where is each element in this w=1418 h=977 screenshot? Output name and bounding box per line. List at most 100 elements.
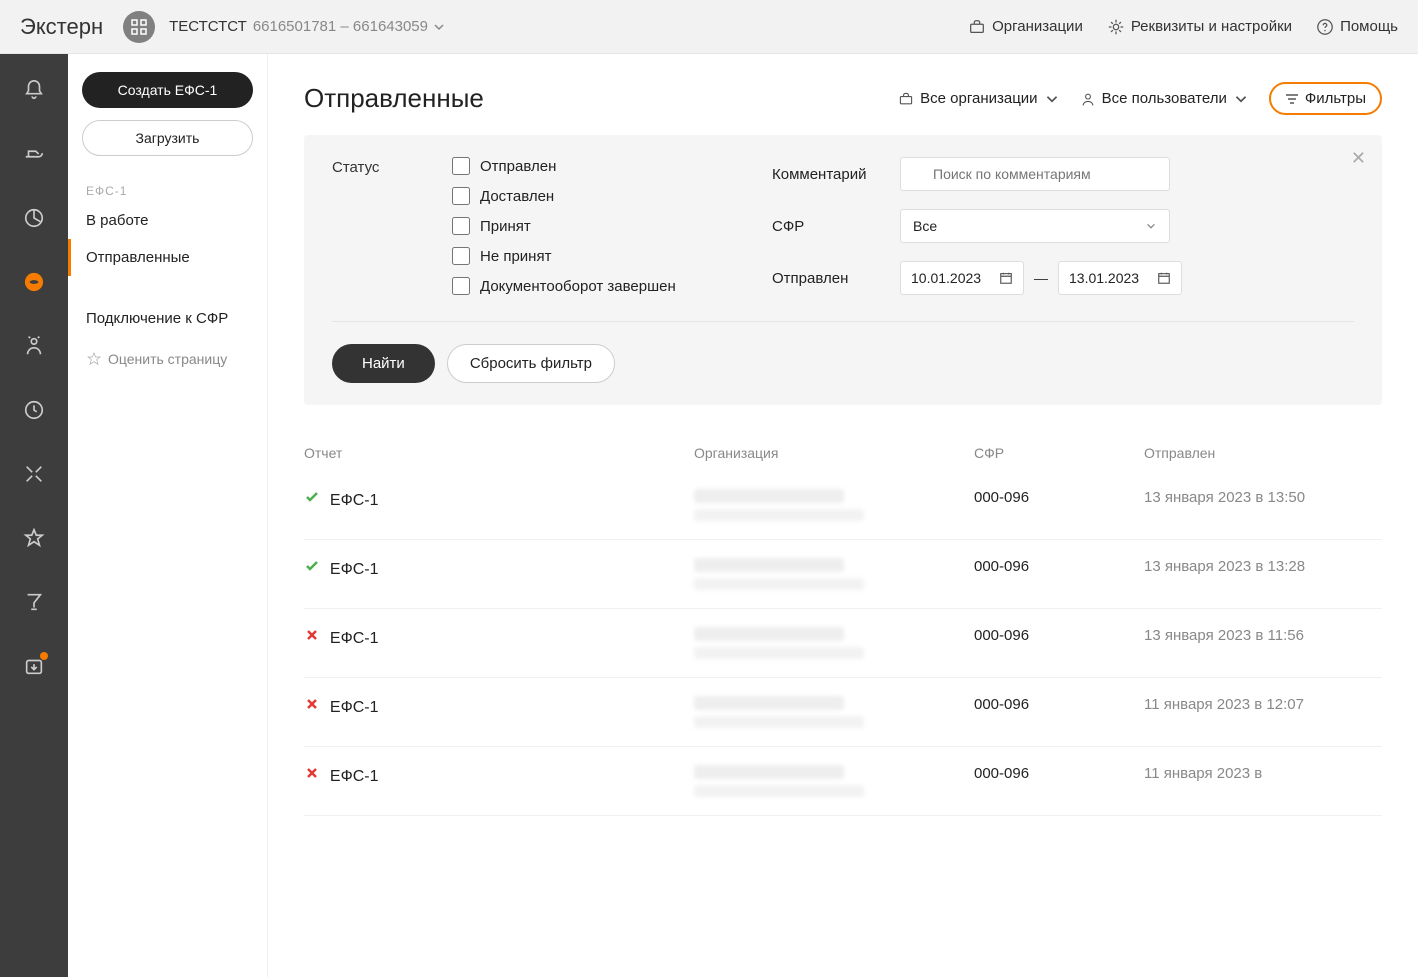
create-efs-button[interactable]: Создать ЕФС-1	[82, 72, 253, 108]
settings-link[interactable]: Реквизиты и настройки	[1107, 18, 1292, 36]
organizations-label: Организации	[992, 18, 1083, 35]
chevron-down-icon	[1145, 220, 1157, 232]
iconbar-clock[interactable]	[16, 392, 52, 428]
table-row[interactable]: ЕФС-1 000-096 11 января 2023 в 12:07	[304, 678, 1382, 747]
iconbar-pie[interactable]	[16, 200, 52, 236]
help-link[interactable]: Помощь	[1316, 18, 1398, 36]
status-option-accepted[interactable]: Принят	[452, 217, 676, 235]
filter-icon	[1285, 92, 1299, 106]
user-icon	[1080, 91, 1096, 107]
sfr-code: 000-096	[974, 765, 1144, 797]
comment-search-input[interactable]	[900, 157, 1170, 191]
brand-logo: Экстерн	[20, 14, 103, 40]
sidebar-group-label: ЕФС-1	[68, 176, 267, 202]
report-name: ЕФС-1	[330, 630, 379, 647]
chevron-down-icon	[1044, 91, 1060, 107]
th-sfr: СФР	[974, 445, 1144, 461]
close-filter-panel[interactable]: ✕	[1351, 149, 1366, 167]
all-orgs-dropdown[interactable]: Все организации	[898, 90, 1059, 107]
status-option-sent[interactable]: Отправлен	[452, 157, 676, 175]
chevron-down-icon	[1233, 91, 1249, 107]
comment-filter-label: Комментарий	[772, 166, 900, 183]
table-row[interactable]: ЕФС-1 000-096 13 января 2023 в 11:56	[304, 609, 1382, 678]
sfr-code: 000-096	[974, 696, 1144, 728]
grid-icon	[131, 19, 147, 35]
main-content: Отправленные Все организации Все пользов…	[268, 54, 1418, 977]
gear-icon	[1107, 18, 1125, 36]
status-checkboxes: Отправлен Доставлен Принят Не принят Док…	[452, 157, 676, 295]
iconbar-star[interactable]	[16, 520, 52, 556]
sfr-code: 000-096	[974, 558, 1144, 590]
table-row[interactable]: ЕФС-1 000-096 13 января 2023 в 13:50	[304, 471, 1382, 540]
upload-button[interactable]: Загрузить	[82, 120, 253, 156]
iconbar-sled[interactable]	[16, 136, 52, 172]
table-row[interactable]: ЕФС-1 000-096 11 января 2023 в	[304, 747, 1382, 816]
iconbar-archive[interactable]	[16, 648, 52, 684]
sent-date: 11 января 2023 в 12:07	[1144, 696, 1382, 728]
sidebar: Создать ЕФС-1 Загрузить ЕФС-1 В работе О…	[68, 54, 268, 977]
org-cell-redacted	[694, 558, 974, 590]
sent-date: 11 января 2023 в	[1144, 765, 1382, 797]
cross-icon	[304, 765, 326, 781]
filter-panel: ✕ Статус Отправлен Доставлен Принят Не п…	[304, 135, 1382, 405]
date-from-input[interactable]: 10.01.2023	[900, 261, 1024, 295]
briefcase-icon	[968, 18, 986, 36]
table-row[interactable]: ЕФС-1 000-096 13 января 2023 в 13:28	[304, 540, 1382, 609]
help-icon	[1316, 18, 1334, 36]
iconbar-glass[interactable]	[16, 584, 52, 620]
iconbar-person[interactable]	[16, 328, 52, 364]
organizations-link[interactable]: Организации	[968, 18, 1083, 36]
check-icon	[304, 489, 326, 505]
chevron-down-icon[interactable]	[432, 20, 446, 34]
sent-filter-label: Отправлен	[772, 270, 900, 287]
org-cell-redacted	[694, 696, 974, 728]
sfr-select[interactable]: Все	[900, 209, 1170, 243]
topbar: Экстерн ТЕСТСТСТ 6616501781 – 661643059 …	[0, 0, 1418, 54]
sfr-filter-label: СФР	[772, 218, 900, 235]
status-option-delivered[interactable]: Доставлен	[452, 187, 676, 205]
sidebar-connect-sfr[interactable]: Подключение к СФР	[68, 300, 267, 337]
table-header: Отчет Организация СФР Отправлен	[304, 435, 1382, 471]
calendar-icon	[1157, 271, 1171, 285]
iconbar-bell[interactable]	[16, 72, 52, 108]
sidebar-item-inwork[interactable]: В работе	[68, 202, 267, 239]
report-name: ЕФС-1	[330, 492, 379, 509]
sent-date: 13 января 2023 в 13:50	[1144, 489, 1382, 521]
filters-toggle[interactable]: Фильтры	[1269, 82, 1382, 115]
status-option-rejected[interactable]: Не принят	[452, 247, 676, 265]
th-sent: Отправлен	[1144, 445, 1382, 461]
current-org-id[interactable]: 6616501781 – 661643059	[253, 18, 428, 35]
apps-switcher-button[interactable]	[123, 11, 155, 43]
current-org-name[interactable]: ТЕСТСТСТ	[169, 18, 247, 35]
help-label: Помощь	[1340, 18, 1398, 35]
page-title: Отправленные	[304, 83, 484, 114]
th-org: Организация	[694, 445, 974, 461]
reset-filter-button[interactable]: Сбросить фильтр	[447, 344, 615, 383]
sfr-code: 000-096	[974, 627, 1144, 659]
apply-filter-button[interactable]: Найти	[332, 344, 435, 383]
sfr-code: 000-096	[974, 489, 1144, 521]
report-name: ЕФС-1	[330, 699, 379, 716]
iconbar-tools[interactable]	[16, 456, 52, 492]
sent-date: 13 января 2023 в 13:28	[1144, 558, 1382, 590]
cross-icon	[304, 696, 326, 712]
settings-label: Реквизиты и настройки	[1131, 18, 1292, 35]
status-option-completed[interactable]: Документооборот завершен	[452, 277, 676, 295]
all-users-dropdown[interactable]: Все пользователи	[1080, 90, 1249, 107]
rate-page-link[interactable]: Оценить страницу	[68, 337, 267, 381]
iconbar-sfr[interactable]	[16, 264, 52, 300]
sent-date: 13 января 2023 в 11:56	[1144, 627, 1382, 659]
status-filter-label: Статус	[332, 157, 452, 295]
iconbar	[0, 54, 68, 977]
sidebar-item-sent[interactable]: Отправленные	[68, 239, 267, 276]
report-name: ЕФС-1	[330, 561, 379, 578]
reports-table: Отчет Организация СФР Отправлен ЕФС-1 00…	[304, 435, 1382, 816]
cross-icon	[304, 627, 326, 643]
check-icon	[304, 558, 326, 574]
briefcase-icon	[898, 91, 914, 107]
rate-page-label: Оценить страницу	[108, 351, 227, 367]
date-to-input[interactable]: 13.01.2023	[1058, 261, 1182, 295]
th-report: Отчет	[304, 445, 694, 461]
org-cell-redacted	[694, 765, 974, 797]
org-cell-redacted	[694, 627, 974, 659]
